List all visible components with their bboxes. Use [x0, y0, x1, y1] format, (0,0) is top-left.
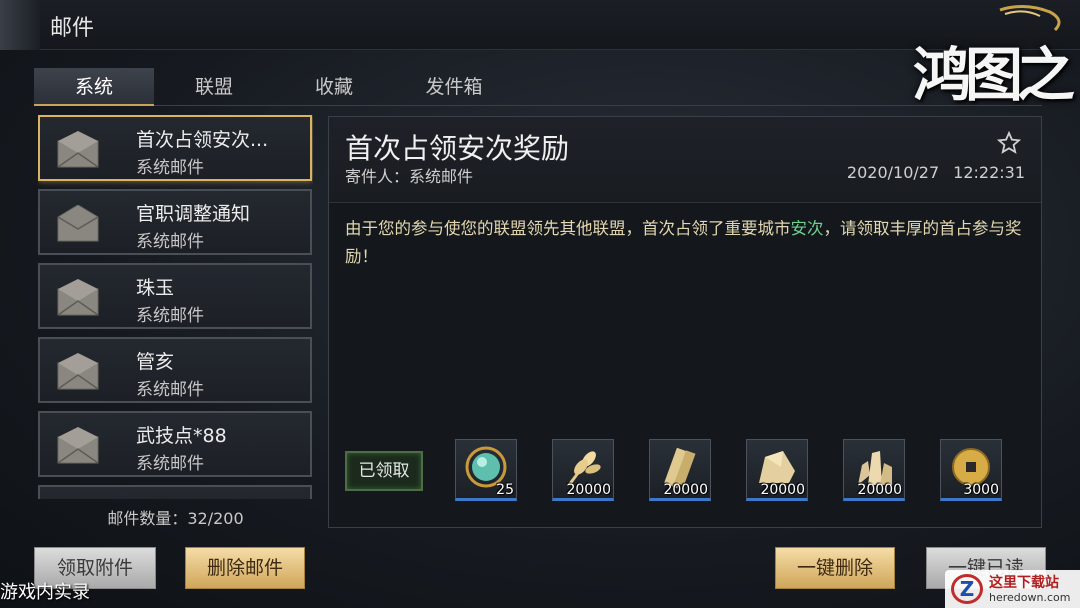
mail-item-sender: 系统邮件	[136, 454, 204, 474]
reward-qty: 20000	[566, 482, 611, 498]
tab-system[interactable]: 系统	[34, 68, 154, 106]
mail-item-title: 珠玉	[136, 277, 175, 299]
mail-body-city: 安次	[790, 219, 824, 238]
site-logo-icon: Z	[951, 574, 983, 604]
delete-all-button[interactable]: 一键删除	[775, 547, 895, 589]
envelope-closed-icon	[57, 353, 99, 390]
site-logo-name: 这里下载站	[989, 575, 1059, 591]
mail-item-sender: 系统邮件	[136, 158, 204, 178]
recording-watermark: 游戏内实录	[0, 582, 90, 603]
envelope-closed-icon	[57, 279, 99, 316]
reward-slot[interactable]: 3000	[940, 439, 1002, 501]
sender-label: 寄件人：	[345, 167, 410, 186]
reward-qty: 20000	[760, 482, 805, 498]
mail-item-sender: 系统邮件	[136, 306, 204, 326]
mail-detail-panel: 首次占领安次奖励 寄件人：系统邮件 2020/10/27 12:22:31 由于您…	[328, 116, 1042, 528]
reward-qty: 25	[496, 482, 514, 498]
mail-date: 2020/10/27	[846, 163, 940, 182]
envelope-closed-icon	[57, 131, 99, 168]
mail-item-title: 首次占领安次...	[136, 129, 269, 151]
envelope-open-icon	[57, 205, 99, 242]
site-watermark-logo: Z 这里下载站 heredown.com	[945, 570, 1080, 608]
mail-detail-title: 首次占领安次奖励	[345, 132, 570, 165]
mail-list-item[interactable]: 管亥 系统邮件	[38, 337, 312, 403]
reward-qty: 20000	[857, 482, 902, 498]
delete-mail-button[interactable]: 删除邮件	[185, 547, 305, 589]
mail-time: 12:22:31	[953, 163, 1025, 182]
tab-outbox[interactable]: 发件箱	[394, 68, 514, 106]
envelope-closed-icon	[57, 427, 99, 464]
mail-detail-sender: 寄件人：系统邮件	[345, 163, 473, 187]
mail-item-sender: 系统邮件	[136, 232, 204, 252]
star-favorite-icon[interactable]	[997, 131, 1021, 155]
mail-count-label: 邮件数量：	[107, 509, 188, 528]
mail-list-item[interactable]: 武技点*88 系统邮件	[38, 411, 312, 477]
mail-detail-datetime: 2020/10/27 12:22:31	[847, 163, 1025, 182]
mail-count: 邮件数量：32/200	[38, 505, 313, 529]
reward-slot[interactable]: 25	[455, 439, 517, 501]
mail-body-before: 由于您的参与使您的联盟领先其他联盟，首次占领了重要城市	[345, 219, 791, 238]
mail-list-item[interactable]: 首次占领安次... 系统邮件	[38, 115, 312, 181]
mail-list-item[interactable]: 官职调整通知 系统邮件	[38, 189, 312, 255]
mail-list-item-partial[interactable]	[38, 485, 312, 499]
page-title: 邮件	[50, 16, 95, 41]
mail-item-title: 管亥	[136, 351, 175, 373]
reward-qty: 20000	[663, 482, 708, 498]
mail-item-sender: 系统邮件	[136, 380, 204, 400]
reward-slot[interactable]: 20000	[649, 439, 711, 501]
reward-qty: 3000	[963, 482, 999, 498]
sender-name: 系统邮件	[409, 167, 474, 186]
mail-body-text: 由于您的参与使您的联盟领先其他联盟，首次占领了重要城市安次，请领取丰厚的首占参与…	[345, 215, 1035, 271]
reward-slot[interactable]: 20000	[843, 439, 905, 501]
reward-slot[interactable]: 20000	[552, 439, 614, 501]
claimed-badge: 已领取	[345, 451, 423, 491]
mail-list-item[interactable]: 珠玉 系统邮件	[38, 263, 312, 329]
mail-item-title: 官职调整通知	[136, 203, 251, 225]
mail-list[interactable]: 首次占领安次... 系统邮件 官职调整通知 系统邮件 珠玉 系统邮件 管亥 系统…	[38, 115, 313, 499]
mail-item-title: 武技点*88	[136, 425, 227, 447]
mail-count-value: 32/200	[187, 509, 244, 528]
mail-tabs: 系统 联盟 收藏 发件箱	[34, 68, 1042, 106]
mail-detail-header: 首次占领安次奖励 寄件人：系统邮件 2020/10/27 12:22:31	[329, 117, 1041, 203]
reward-slot[interactable]: 20000	[746, 439, 808, 501]
top-bar-ornament	[0, 0, 40, 50]
tab-favorites[interactable]: 收藏	[274, 68, 394, 106]
tab-alliance[interactable]: 联盟	[154, 68, 274, 106]
site-logo-url: heredown.com	[989, 591, 1071, 604]
